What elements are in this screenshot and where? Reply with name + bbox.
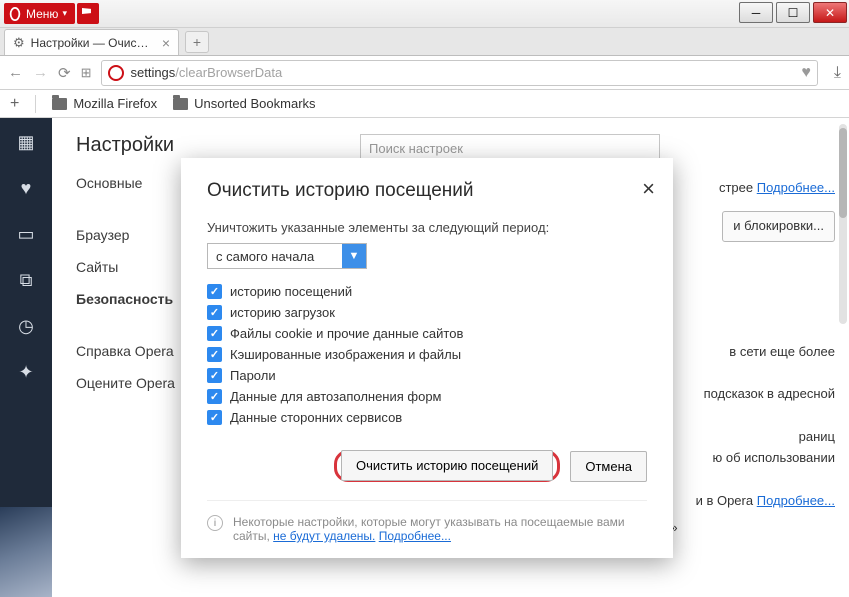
menu-label: Меню bbox=[26, 7, 58, 21]
minimize-button[interactable]: ─ bbox=[739, 2, 773, 23]
dialog-title: Очистить историю посещений bbox=[207, 180, 647, 202]
extensions-icon[interactable]: ✦ bbox=[14, 360, 38, 384]
opera-sidebar: ▦ ♥ ▭ ⧉ ◷ ✦ bbox=[0, 118, 52, 597]
learn-more-link[interactable]: Подробнее... bbox=[757, 180, 835, 195]
favorite-icon[interactable]: ♥ bbox=[801, 64, 811, 82]
folder-icon bbox=[52, 98, 67, 110]
checkbox-cache[interactable]: ✓ bbox=[207, 347, 222, 362]
bg-text-6: и в Opera bbox=[696, 493, 754, 508]
tab-title: Настройки — Очистить и… bbox=[31, 36, 152, 50]
bookmark-label: Mozilla Firefox bbox=[73, 96, 157, 111]
scrollbar[interactable] bbox=[839, 124, 847, 324]
scrollbar-thumb[interactable] bbox=[839, 128, 847, 218]
cancel-button[interactable]: Отмена bbox=[570, 451, 647, 482]
option-label: Кэшированные изображения и файлы bbox=[230, 347, 461, 362]
window-titlebar: Меню ▾ ─ ☐ ✕ bbox=[0, 0, 849, 28]
bookmarks-heart-icon[interactable]: ♥ bbox=[14, 176, 38, 200]
dialog-info: i Некоторые настройки, которые могут ука… bbox=[207, 500, 647, 543]
folder-icon bbox=[173, 98, 188, 110]
close-icon: ✕ bbox=[825, 6, 835, 20]
bookmark-label: Unsorted Bookmarks bbox=[194, 96, 315, 111]
forward-button[interactable]: → bbox=[33, 64, 48, 81]
clear-button[interactable]: Очистить историю посещений bbox=[341, 450, 553, 481]
annotation-highlight: Очистить историю посещений bbox=[334, 450, 560, 482]
checkbox-browsing-history[interactable]: ✓ bbox=[207, 284, 222, 299]
option-label: Пароли bbox=[230, 368, 276, 383]
tab-bar: ⚙ Настройки — Очистить и… × + bbox=[0, 28, 849, 56]
option-label: Данные для автозаполнения форм bbox=[230, 389, 442, 404]
checkbox-passwords[interactable]: ✓ bbox=[207, 368, 222, 383]
add-bookmark-icon[interactable]: + bbox=[10, 95, 19, 113]
option-label: историю загрузок bbox=[230, 305, 335, 320]
bookmark-folder[interactable]: Unsorted Bookmarks bbox=[173, 96, 315, 111]
bookmark-folder[interactable]: Mozilla Firefox bbox=[52, 96, 157, 111]
downloads-icon[interactable]: ⤓ bbox=[834, 64, 841, 82]
checkbox-cookies[interactable]: ✓ bbox=[207, 326, 222, 341]
checkbox-autofill[interactable]: ✓ bbox=[207, 389, 222, 404]
minimize-icon: ─ bbox=[752, 6, 761, 20]
checkbox-thirdparty[interactable]: ✓ bbox=[207, 410, 222, 425]
chevron-down-icon: ▾ bbox=[62, 8, 67, 19]
dialog-description: Уничтожить указанные элементы за следующ… bbox=[207, 220, 647, 235]
gear-icon: ⚙ bbox=[13, 35, 25, 51]
checkbox-download-history[interactable]: ✓ bbox=[207, 305, 222, 320]
option-label: Данные сторонних сервисов bbox=[230, 410, 402, 425]
option-label: Файлы cookie и прочие данные сайтов bbox=[230, 326, 463, 341]
speed-dial-icon[interactable]: ▦ bbox=[14, 130, 38, 154]
active-tab[interactable]: ⚙ Настройки — Очистить и… × bbox=[4, 29, 179, 55]
opera-logo-icon bbox=[108, 65, 124, 81]
maximize-icon: ☐ bbox=[788, 6, 799, 20]
clear-history-dialog: × Очистить историю посещений Уничтожить … bbox=[181, 158, 673, 558]
apps-icon[interactable]: ⊞ bbox=[81, 65, 92, 81]
dialog-close-button[interactable]: × bbox=[642, 176, 655, 202]
info-icon: i bbox=[207, 515, 223, 531]
learn-more-link-2[interactable]: Подробнее... bbox=[757, 493, 835, 508]
address-bar: ← → ⟳ ⊞ settings/clearBrowserData ♥ ⤓ bbox=[0, 56, 849, 90]
reload-button[interactable]: ⟳ bbox=[58, 64, 71, 82]
speed-dial-flag-icon[interactable] bbox=[77, 3, 99, 24]
bookmarks-bar: + Mozilla Firefox Unsorted Bookmarks bbox=[0, 90, 849, 118]
new-tab-button[interactable]: + bbox=[185, 31, 209, 53]
time-period-select[interactable]: с самого начала ▼ bbox=[207, 243, 367, 269]
maximize-button[interactable]: ☐ bbox=[776, 2, 810, 23]
close-window-button[interactable]: ✕ bbox=[813, 2, 847, 23]
app-menu-button[interactable]: Меню ▾ bbox=[4, 3, 75, 24]
info-not-deleted-link[interactable]: не будут удалены. bbox=[273, 529, 375, 543]
bg-text-1: стрее bbox=[719, 180, 753, 195]
url-field[interactable]: settings/clearBrowserData ♥ bbox=[101, 60, 817, 86]
option-label: историю посещений bbox=[230, 284, 352, 299]
history-icon[interactable]: ◷ bbox=[14, 314, 38, 338]
url-text: settings/clearBrowserData bbox=[130, 65, 795, 80]
tabs-icon[interactable]: ⧉ bbox=[14, 268, 38, 292]
tab-close-icon[interactable]: × bbox=[162, 35, 170, 51]
separator bbox=[35, 95, 36, 113]
sidebar-wallpaper bbox=[0, 507, 52, 597]
select-value: с самого начала bbox=[216, 249, 314, 264]
info-learn-more-link[interactable]: Подробнее... bbox=[379, 529, 451, 543]
back-button[interactable]: ← bbox=[8, 64, 23, 81]
news-icon[interactable]: ▭ bbox=[14, 222, 38, 246]
plus-icon: + bbox=[193, 34, 201, 50]
chevron-down-icon: ▼ bbox=[342, 244, 366, 268]
block-list-button[interactable]: и блокировки... bbox=[722, 211, 835, 242]
opera-icon bbox=[8, 7, 22, 21]
